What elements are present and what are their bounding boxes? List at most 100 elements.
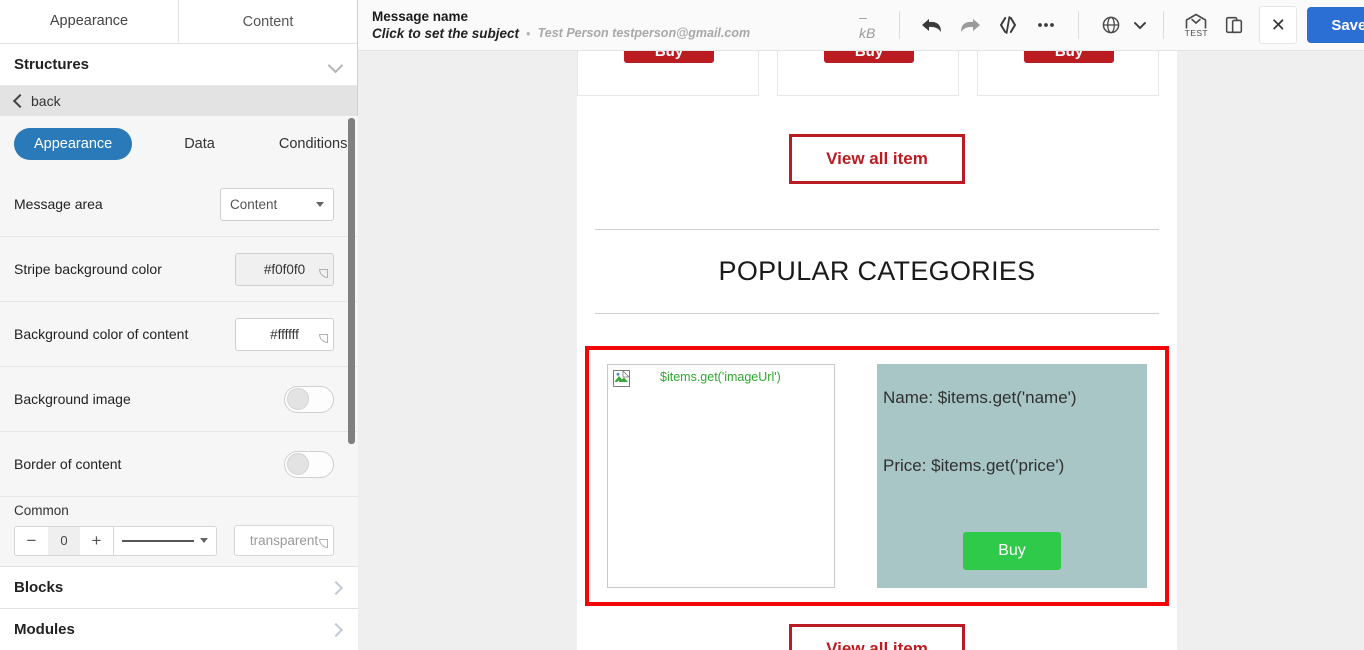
structures-section-header[interactable]: Structures [0, 44, 357, 86]
buy-button[interactable]: Buy [624, 51, 714, 63]
product-card[interactable]: Buy [777, 51, 959, 96]
buy-button-label: Buy [998, 542, 1026, 559]
border-color-input[interactable]: transparent [234, 525, 334, 556]
tab-content[interactable]: Content [179, 0, 357, 43]
save-button[interactable]: Save [1307, 7, 1364, 43]
sub-tab-conditions[interactable]: Conditions [261, 128, 358, 160]
setting-row-message-area: Message area Content [0, 172, 358, 237]
border-width-value[interactable]: 0 [48, 526, 80, 555]
line-style-preview-icon [122, 539, 194, 542]
settings-scroll-area: Appearance Data Conditions Message area … [0, 116, 358, 566]
increment-button[interactable]: + [80, 526, 113, 555]
buy-button[interactable]: Buy [824, 51, 914, 63]
save-button-label: Save [1331, 16, 1364, 34]
message-area-select[interactable]: Content [220, 187, 334, 221]
section-modules[interactable]: Modules [0, 608, 358, 650]
undo-icon[interactable] [913, 6, 951, 44]
back-button[interactable]: back [0, 86, 357, 116]
view-all-top-label: View all item [826, 149, 928, 168]
product-detail-panel: Name: $items.get('name') Price: $items.g… [877, 364, 1147, 588]
separator-dot: • [526, 26, 531, 41]
globe-icon[interactable] [1092, 6, 1130, 44]
buy-button-label: Buy [654, 51, 684, 60]
bottom-sections: Blocks Modules [0, 566, 358, 650]
view-all-item-button-bottom[interactable]: View all item [789, 624, 965, 650]
content-bg-color-input[interactable]: #ffffff [235, 317, 334, 351]
sub-tab-bar: Appearance Data Conditions [0, 116, 358, 172]
divider-below-categories [595, 313, 1159, 314]
panel-tab-bar: Appearance Content [0, 0, 357, 44]
common-border-settings: Common − 0 + transparent [0, 497, 358, 566]
product-card[interactable]: Buy [977, 51, 1159, 96]
sub-tab-conditions-label: Conditions [278, 136, 348, 152]
color-swatch-icon [319, 539, 328, 548]
toggle-knob [287, 453, 309, 475]
toolbar-icons: TEST ✕ Save [913, 6, 1364, 44]
product-price-line: Price: $items.get('price') [883, 456, 1065, 475]
email-body: Buy Buy Buy View all item POPULAR CATEGO… [577, 51, 1177, 650]
email-canvas: Buy Buy Buy View all item POPULAR CATEGO… [358, 51, 1364, 650]
tab-appearance-label: Appearance [49, 12, 129, 29]
sub-tab-appearance-label: Appearance [34, 136, 113, 152]
common-label: Common [14, 503, 69, 518]
sender-label: Test Person testperson@gmail.com [537, 26, 751, 40]
color-swatch-icon [319, 268, 328, 278]
close-button[interactable]: ✕ [1259, 6, 1298, 44]
chevron-down-icon [316, 201, 324, 207]
selected-category-block[interactable]: $items.get('imageUrl') Name: $items.get(… [585, 346, 1169, 606]
section-blocks[interactable]: Blocks [0, 566, 358, 608]
content-bg-color-label: Background color of content [14, 326, 189, 342]
chevron-down-icon[interactable] [1130, 6, 1150, 44]
left-settings-panel: Appearance Content Structures back Appea… [0, 0, 358, 650]
border-width-stepper: − 0 + [14, 525, 217, 556]
editor-right-side: Message name Click to set the subject • … [358, 0, 1364, 650]
background-image-toggle[interactable] [284, 385, 334, 413]
message-subject-line: Click to set the subject • Test Person t… [372, 25, 809, 42]
message-name[interactable]: Message name [372, 8, 809, 25]
message-size: – kB [859, 9, 876, 41]
product-cards-row: Buy Buy Buy [577, 51, 1177, 96]
border-style-select[interactable] [113, 526, 216, 555]
border-of-content-toggle[interactable] [284, 450, 334, 478]
toolbar-divider [1078, 11, 1080, 39]
tab-appearance[interactable]: Appearance [0, 0, 179, 43]
color-swatch-icon [319, 333, 328, 343]
stripe-bg-color-label: Stripe background color [14, 261, 162, 277]
buy-button-label: Buy [1054, 51, 1084, 60]
broken-image-icon [613, 370, 630, 387]
product-image-placeholder[interactable]: $items.get('imageUrl') [607, 364, 835, 588]
chevron-down-icon[interactable] [329, 60, 343, 69]
test-send-icon[interactable]: TEST [1177, 6, 1215, 44]
chevron-right-icon [331, 624, 342, 635]
border-color-value: transparent [249, 533, 319, 548]
chevron-right-icon [331, 582, 342, 593]
code-icon[interactable] [989, 6, 1027, 44]
structures-title: Structures [14, 56, 90, 73]
view-all-item-button-top[interactable]: View all item [789, 134, 965, 184]
redo-icon[interactable] [951, 6, 989, 44]
setting-row-content-bg-color: Background color of content #ffffff [0, 302, 358, 367]
settings-scrollbar[interactable] [348, 118, 355, 444]
setting-row-stripe-bg-color: Stripe background color #f0f0f0 [0, 237, 358, 302]
more-icon[interactable] [1027, 6, 1065, 44]
product-card[interactable]: Buy [577, 51, 759, 96]
save-button-group: Save [1307, 7, 1364, 43]
blocks-label: Blocks [14, 579, 64, 596]
message-area-label: Message area [14, 196, 103, 212]
test-icon-label: TEST [1184, 27, 1208, 38]
chevron-down-icon [200, 538, 208, 543]
buy-button[interactable]: Buy [1024, 51, 1114, 63]
message-meta: Message name Click to set the subject • … [370, 8, 809, 42]
toolbar-divider [899, 11, 901, 39]
sub-tab-appearance[interactable]: Appearance [14, 128, 133, 160]
subject-placeholder[interactable]: Click to set the subject [372, 25, 519, 42]
modules-label: Modules [14, 621, 75, 638]
background-image-label: Background image [14, 391, 131, 407]
toolbar-divider [1163, 11, 1165, 39]
copy-icon[interactable] [1215, 6, 1253, 44]
sub-tab-data[interactable]: Data [166, 128, 233, 160]
decrement-button[interactable]: − [15, 526, 48, 555]
stripe-bg-color-input[interactable]: #f0f0f0 [235, 252, 334, 286]
buy-button[interactable]: Buy [963, 532, 1061, 570]
content-bg-color-value: #ffffff [270, 326, 299, 342]
